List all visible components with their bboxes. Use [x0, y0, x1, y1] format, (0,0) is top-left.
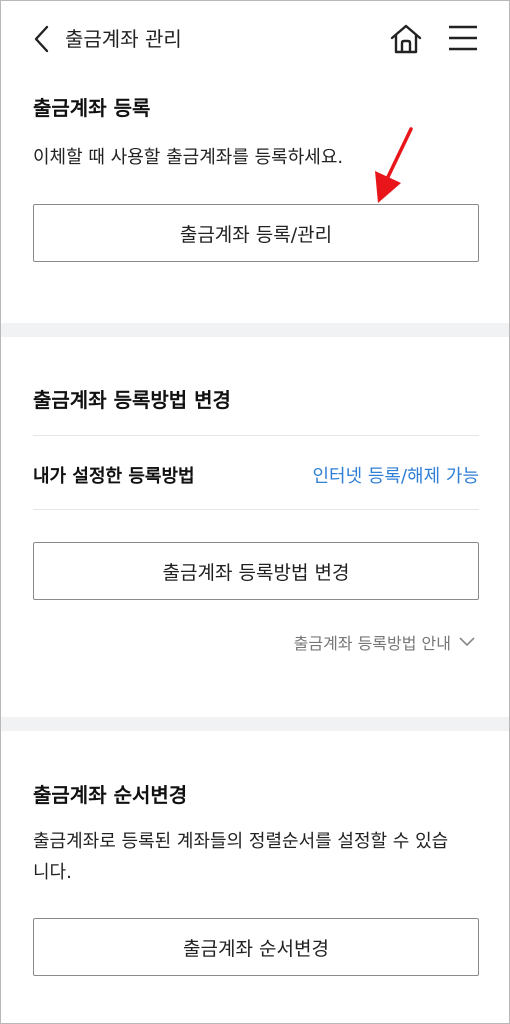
section-divider — [1, 717, 509, 731]
divider-line — [33, 435, 479, 436]
order-description-line1: 출금계좌로 등록된 계좌들의 정렬순서를 설정할 수 있습 — [33, 831, 449, 852]
order-description-line2: 니다. — [33, 862, 72, 883]
method-guide-label: 출금계좌 등록방법 안내 — [293, 634, 451, 653]
change-method-button[interactable]: 출금계좌 등록방법 변경 — [33, 542, 479, 600]
hamburger-menu-icon[interactable] — [447, 23, 479, 53]
divider-line — [33, 509, 479, 510]
order-section: 출금계좌 순서변경 출금계좌로 등록된 계좌들의 정렬순서를 설정할 수 있습 … — [1, 731, 509, 1023]
method-row-label: 내가 설정한 등록방법 — [33, 466, 195, 487]
method-row-value[interactable]: 인터넷 등록/해제 가능 — [312, 462, 479, 488]
chevron-down-icon — [459, 637, 475, 647]
register-section: 출금계좌 등록 이체할 때 사용할 출금계좌를 등록하세요. 출금계좌 등록/관… — [1, 77, 509, 323]
chevron-left-icon[interactable] — [31, 23, 55, 55]
method-section: 출금계좌 등록방법 변경 내가 설정한 등록방법 인터넷 등록/해제 가능 출금… — [1, 337, 509, 717]
app-header: 출금계좌 관리 — [1, 1, 509, 77]
section-divider — [1, 323, 509, 337]
register-title: 출금계좌 등록 — [33, 96, 151, 120]
method-guide-link[interactable]: 출금계좌 등록방법 안내 — [294, 630, 475, 654]
order-title: 출금계좌 순서변경 — [33, 783, 188, 807]
change-order-button[interactable]: 출금계좌 순서변경 — [33, 918, 479, 976]
annotation-arrow-icon — [375, 127, 413, 203]
page-title: 출금계좌 관리 — [65, 27, 182, 51]
register-description: 이체할 때 사용할 출금계좌를 등록하세요. — [33, 147, 344, 168]
method-title: 출금계좌 등록방법 변경 — [33, 388, 231, 412]
home-icon[interactable] — [389, 22, 423, 56]
